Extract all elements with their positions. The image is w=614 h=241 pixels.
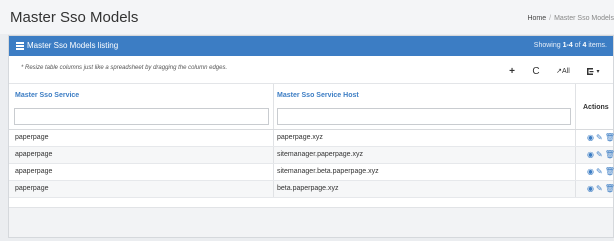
column-divider xyxy=(273,147,274,163)
column-divider xyxy=(575,164,576,180)
panel-heading: Master Sso Models listing Showing 1-4 of… xyxy=(9,36,613,56)
panel-footer xyxy=(9,207,613,237)
table-row: apaperpage sitemanager.beta.paperpage.xy… xyxy=(9,164,614,181)
refresh-icon: C xyxy=(532,65,540,77)
breadcrumb-home-link[interactable]: Home xyxy=(527,15,546,22)
row-actions: ◉ ✎ 🗑 xyxy=(587,184,614,193)
host-cell: beta.paperpage.xyz xyxy=(277,185,339,192)
edit-icon[interactable]: ✎ xyxy=(596,184,603,193)
edit-icon[interactable]: ✎ xyxy=(596,167,603,176)
column-divider xyxy=(575,130,576,146)
breadcrumb: Home / Master Sso Models xyxy=(527,15,614,22)
export-button[interactable]: ▾ xyxy=(579,62,607,80)
column-header-service[interactable]: Master Sso Service xyxy=(15,92,79,99)
table-row: paperpage beta.paperpage.xyz ◉ ✎ 🗑 xyxy=(9,181,614,198)
service-cell: apaperpage xyxy=(15,151,53,158)
service-filter-input[interactable] xyxy=(14,108,269,125)
add-button[interactable]: + xyxy=(501,62,523,80)
service-cell: paperpage xyxy=(15,134,49,141)
page-header: Master Sso Models Home / Master Sso Models xyxy=(0,0,614,34)
chevron-down-icon: ▾ xyxy=(596,68,600,75)
trash-icon[interactable]: 🗑 xyxy=(605,184,614,193)
edit-icon[interactable]: ✎ xyxy=(596,133,603,142)
refresh-button[interactable]: C xyxy=(525,62,547,80)
service-cell: paperpage xyxy=(15,185,49,192)
host-cell: sitemanager.beta.paperpage.xyz xyxy=(277,168,379,175)
grid-toolbar: + C ↗ All ▾ xyxy=(501,62,607,80)
show-all-button[interactable]: ↗ All xyxy=(549,62,577,80)
column-header-host[interactable]: Master Sso Service Host xyxy=(277,92,359,99)
summary-suffix: items. xyxy=(588,42,607,49)
show-all-label: All xyxy=(562,67,570,75)
column-divider[interactable] xyxy=(575,84,576,129)
service-cell: apaperpage xyxy=(15,168,53,175)
row-actions: ◉ ✎ 🗑 xyxy=(587,133,614,142)
trash-icon[interactable]: 🗑 xyxy=(605,133,614,142)
column-header-actions: Actions xyxy=(583,104,609,111)
column-divider xyxy=(575,147,576,163)
row-actions: ◉ ✎ 🗑 xyxy=(587,167,614,176)
breadcrumb-separator: / xyxy=(549,15,552,22)
trash-icon[interactable]: 🗑 xyxy=(605,150,614,159)
data-grid: Master Sso Service Master Sso Service Ho… xyxy=(9,83,614,198)
view-icon[interactable]: ◉ xyxy=(587,167,594,176)
column-divider xyxy=(273,181,274,197)
plus-icon: + xyxy=(509,65,515,77)
table-row: apaperpage sitemanager.paperpage.xyz ◉ ✎… xyxy=(9,147,614,164)
column-divider xyxy=(273,164,274,180)
grid-header: Master Sso Service Master Sso Service Ho… xyxy=(9,83,613,130)
summary-total: 4 xyxy=(582,42,587,49)
summary-prefix: Showing xyxy=(533,42,561,49)
view-icon[interactable]: ◉ xyxy=(587,150,594,159)
summary-range: 1-4 xyxy=(562,42,573,49)
listing-panel: Master Sso Models listing Showing 1-4 of… xyxy=(8,35,614,238)
panel-title: Master Sso Models listing xyxy=(27,41,119,50)
export-icon xyxy=(587,67,594,75)
host-cell: paperpage.xyz xyxy=(277,134,323,141)
view-icon[interactable]: ◉ xyxy=(587,184,594,193)
column-divider xyxy=(575,181,576,197)
row-actions: ◉ ✎ 🗑 xyxy=(587,150,614,159)
trash-icon[interactable]: 🗑 xyxy=(605,167,614,176)
page-title: Master Sso Models xyxy=(10,9,139,26)
host-filter-input[interactable] xyxy=(277,108,571,125)
edit-icon[interactable]: ✎ xyxy=(596,150,603,159)
page: Master Sso Models Home / Master Sso Models… xyxy=(0,0,614,241)
items-summary: Showing 1-4 of 4 items. xyxy=(534,42,607,49)
view-icon[interactable]: ◉ xyxy=(587,133,594,142)
table-row: paperpage paperpage.xyz ◉ ✎ 🗑 xyxy=(9,130,614,147)
list-icon xyxy=(16,42,24,50)
breadcrumb-current: Master Sso Models xyxy=(554,15,614,22)
column-divider[interactable] xyxy=(273,84,274,129)
column-divider xyxy=(273,130,274,146)
host-cell: sitemanager.paperpage.xyz xyxy=(277,151,363,158)
summary-mid: of xyxy=(574,42,581,49)
resize-hint: * Resize table columns just like a sprea… xyxy=(21,65,228,71)
